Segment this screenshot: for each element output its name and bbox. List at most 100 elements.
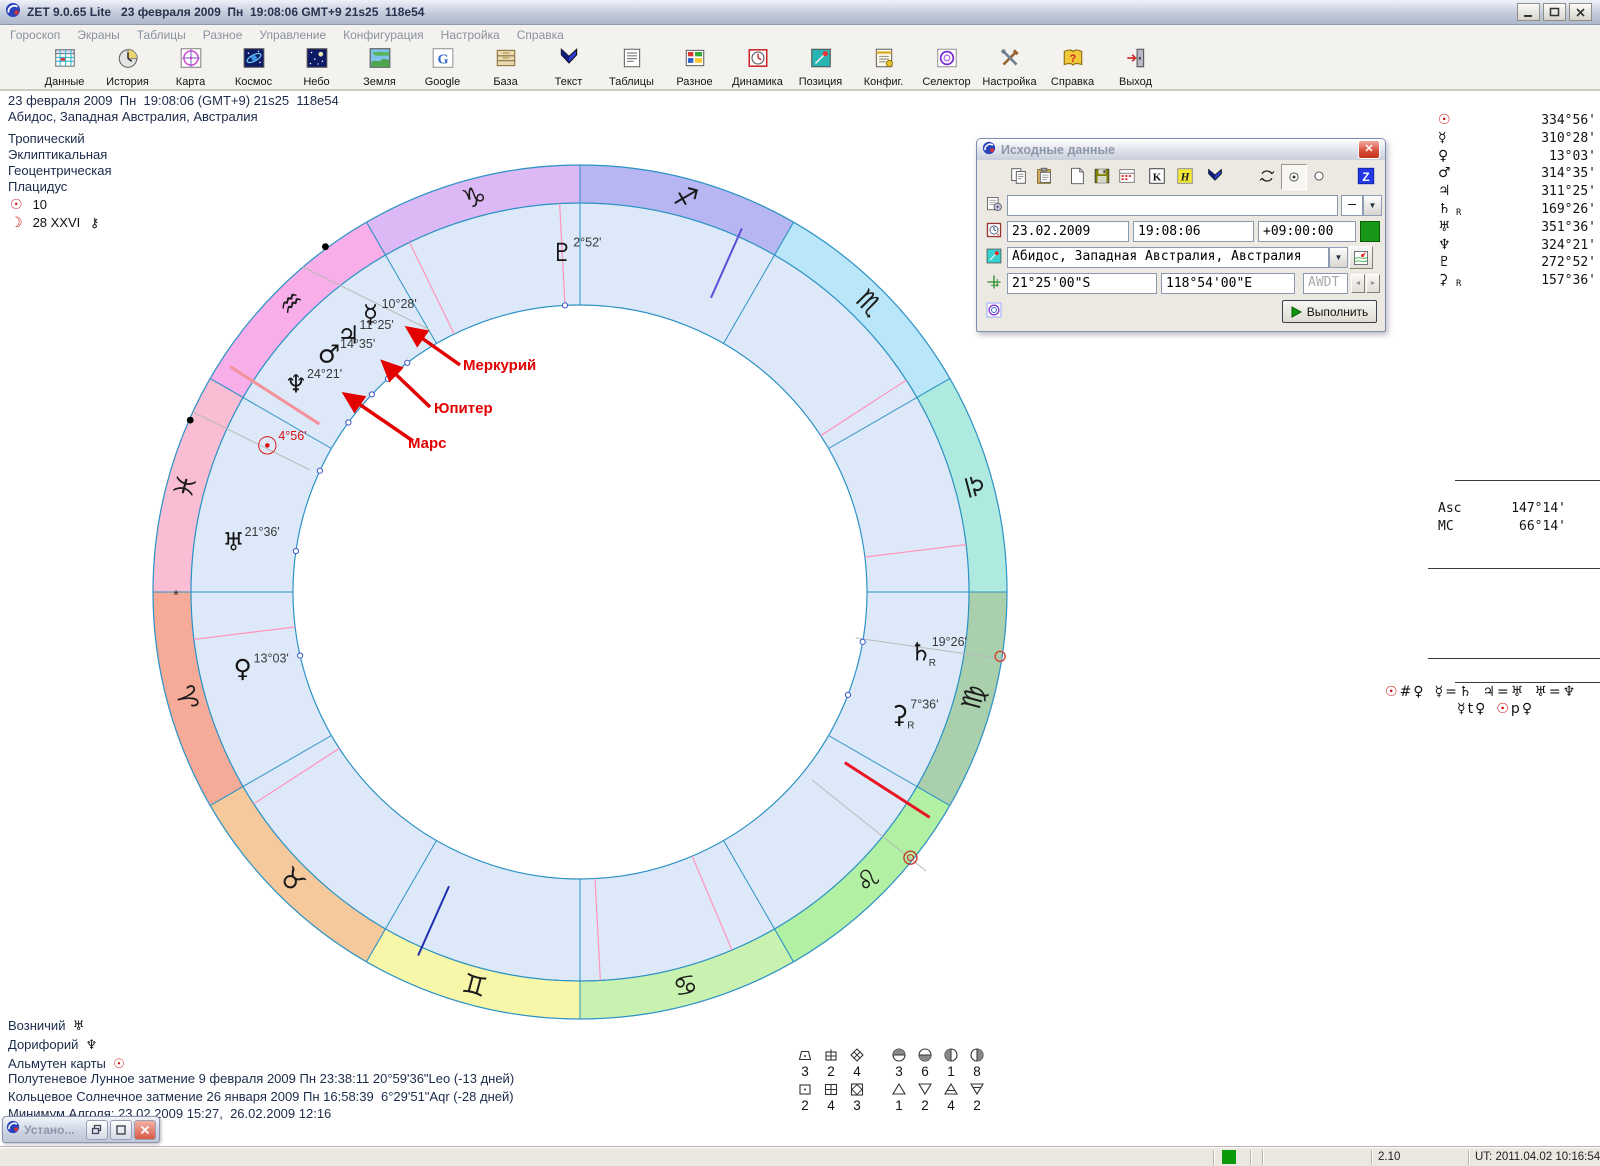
date-input[interactable] [1007, 221, 1129, 242]
toolbar-button-selector[interactable]: Селектор [915, 44, 978, 89]
sun-icon: ☉ [10, 197, 23, 213]
aspect-planet-b: ♀ [1475, 701, 1485, 717]
statistics-value: 2 [912, 1097, 938, 1114]
mars-icon: ♂ [1438, 165, 1468, 181]
toolbar-button-history[interactable]: История [96, 44, 159, 89]
toolbar-button-google[interactable]: GGoogle [411, 44, 474, 89]
statistics-value: 2 [818, 1063, 844, 1080]
aspect-planet-b: ♀ [1522, 701, 1532, 717]
dialog-bookmark-button[interactable] [1204, 165, 1226, 187]
dialog-zbox-button[interactable]: Z [1355, 165, 1377, 187]
position-row-venus: ♀13°03' [1438, 148, 1596, 166]
latlon-icon [983, 271, 1005, 293]
place-combo-arrow[interactable]: ▼ [1329, 247, 1348, 268]
sq-grid-icon [818, 1080, 844, 1097]
statistics-value: 6 [912, 1063, 938, 1080]
menu-разное[interactable]: Разное [203, 28, 243, 42]
toolbar-button-cosmos[interactable]: Космос [222, 44, 285, 89]
dialog-save-button[interactable] [1091, 165, 1113, 187]
hemi-s-icon [912, 1046, 938, 1063]
toolbar-label: Разное [676, 76, 712, 88]
minimized-window[interactable]: Устано... [2, 1116, 160, 1143]
mini-restore-button[interactable] [86, 1120, 108, 1140]
mini-maximize-button[interactable] [110, 1120, 132, 1140]
event-combo-arrow[interactable]: ▼ [1363, 195, 1382, 216]
initial-data-dialog: Исходные данные ✕ KH Z – ▼ Абидос, Западн… [976, 138, 1386, 332]
atlas-button[interactable] [1349, 246, 1373, 269]
dialog-title-bar[interactable]: Исходные данные ✕ [977, 139, 1385, 160]
toolbar-button-map[interactable]: Карта [159, 44, 222, 89]
run-button[interactable]: Выполнить [1282, 300, 1377, 323]
options-icon[interactable] [983, 299, 1005, 321]
prev-arrow-button[interactable]: ◄ [1351, 274, 1365, 293]
pluto-degree-label: 2°52' [573, 235, 601, 249]
dialog-radio-on-button[interactable] [1281, 164, 1307, 190]
dialog-paste-button[interactable] [1033, 165, 1055, 187]
event-combo-value[interactable]: – [1341, 195, 1363, 216]
toolbar-button-earth[interactable]: Земля [348, 44, 411, 89]
statistics-value: 3 [886, 1063, 912, 1080]
toolbar-button-tools[interactable]: Настройка [978, 44, 1041, 89]
sun-icon: ☉ [1438, 112, 1468, 128]
bottom-info-label: Дорифорий [8, 1037, 78, 1052]
position-row-jupiter: ♃311°25' [1438, 183, 1596, 201]
position-row-mercury: ☿310°28' [1438, 130, 1596, 148]
toolbar-button-data[interactable]: Данные [33, 44, 96, 89]
place-icon [983, 245, 1005, 267]
window-title: ZET 9.0.65 Lite 23 февраля 2009 Пн 19:08… [27, 5, 424, 19]
toolbar-button-dynamics[interactable]: Динамика [726, 44, 789, 89]
dialog-kbox-button[interactable]: K [1146, 165, 1168, 187]
mini-close-button[interactable] [134, 1120, 156, 1140]
toolbar-button-misc[interactable]: Разное [663, 44, 726, 89]
svg-text:Z: Z [1362, 170, 1369, 184]
longitude-input[interactable] [1161, 273, 1295, 294]
menu-таблицы[interactable]: Таблицы [137, 28, 186, 42]
toolbar-button-base[interactable]: База [474, 44, 537, 89]
statusbar-separator [1468, 1150, 1469, 1165]
statusbar-separator [1213, 1150, 1214, 1165]
lunar-eclipse-line: Полутеневое Лунное затмение 9 февраля 20… [8, 1071, 514, 1086]
menu-управление[interactable]: Управление [259, 28, 326, 42]
aspect-pair: ☉p♀ [1495, 701, 1533, 717]
mc-label: MC [1438, 518, 1480, 536]
dialog-hbox-button[interactable]: H [1174, 165, 1196, 187]
event-name-input[interactable] [1007, 195, 1338, 216]
aspect-symbol: = [1497, 684, 1509, 700]
toolbar-button-config[interactable]: Конфиг. [852, 44, 915, 89]
aspect-planet-b: ♅ [1511, 684, 1524, 700]
timezone-indicator-button[interactable] [1360, 221, 1380, 242]
time-input[interactable] [1133, 221, 1254, 242]
latitude-input[interactable] [1007, 273, 1157, 294]
toolbar-button-tables[interactable]: Таблицы [600, 44, 663, 89]
dialog-close-button[interactable]: ✕ [1358, 140, 1380, 159]
toolbar-button-position[interactable]: Позиция [789, 44, 852, 89]
history-icon [116, 46, 140, 75]
toolbar-button-help[interactable]: ?Справка [1041, 44, 1104, 89]
menu-экраны[interactable]: Экраны [77, 28, 119, 42]
toolbar-button-sky[interactable]: Небо [285, 44, 348, 89]
menu-настройка[interactable]: Настройка [441, 28, 500, 42]
menu-гороскоп[interactable]: Гороскоп [10, 28, 60, 42]
neptune-longitude: 324°21' [1468, 238, 1596, 253]
neptune-icon: ♆ [1438, 237, 1468, 253]
position-icon [809, 46, 833, 75]
close-button[interactable] [1569, 3, 1592, 21]
maximize-button[interactable] [1543, 3, 1566, 21]
dialog-new-button[interactable] [1066, 165, 1088, 187]
place-combobox[interactable]: Абидос, Западная Австралия, Австралия [1007, 247, 1329, 268]
timezone-input[interactable] [1258, 221, 1356, 242]
next-arrow-button[interactable]: ► [1366, 274, 1380, 293]
dynamics-icon [746, 46, 770, 75]
dialog-cal-button[interactable] [1116, 165, 1138, 187]
dialog-copy-button[interactable] [1008, 165, 1030, 187]
map-icon [179, 46, 203, 75]
toolbar-button-text[interactable]: Текст [537, 44, 600, 89]
menu-справка[interactable]: Справка [517, 28, 564, 42]
dialog-sync-button[interactable] [1256, 165, 1278, 187]
menu-конфигурация[interactable]: Конфигурация [343, 28, 424, 42]
ceres-icon: ⚳ [1438, 272, 1468, 288]
dialog-radio-off-button[interactable] [1308, 165, 1330, 187]
toolbar-button-exit[interactable]: Выход [1104, 44, 1167, 89]
minimize-button[interactable] [1517, 3, 1540, 21]
status-indicator [1222, 1150, 1236, 1164]
